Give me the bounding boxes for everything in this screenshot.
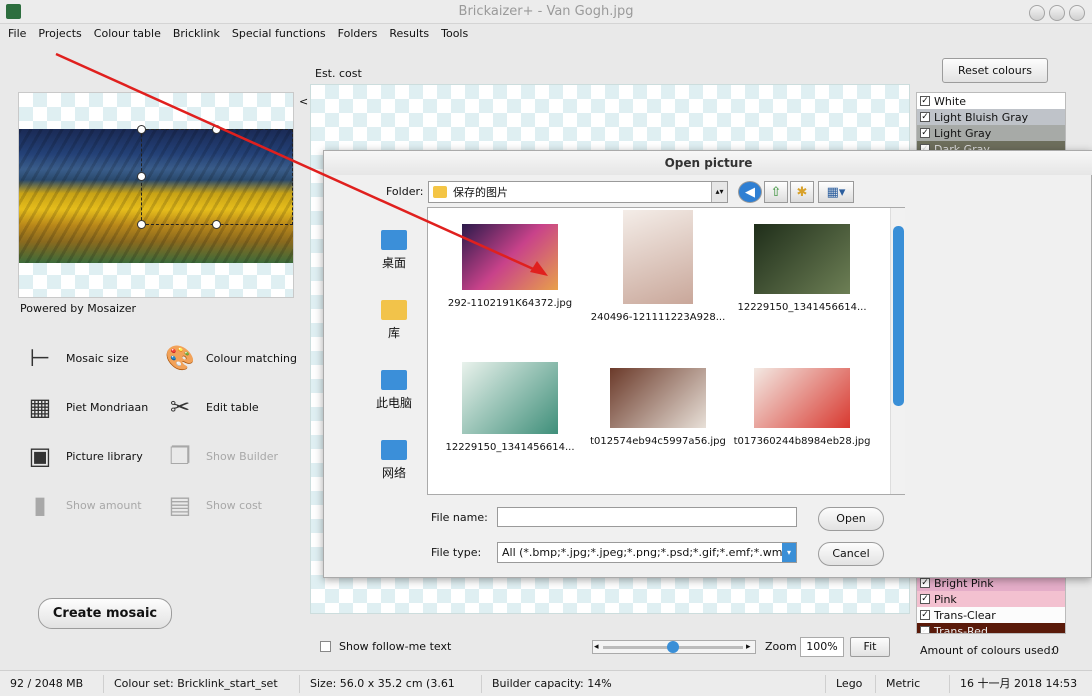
size-status: Size: 56.0 x 35.2 cm (3.61 MB) [300, 674, 482, 696]
builder-capacity-status: Builder capacity: 14% [482, 674, 826, 693]
status-bar: 92 / 2048 MB Colour set: Bricklink_start… [0, 670, 1092, 696]
lego-status: Lego [826, 674, 876, 693]
datetime-status: 16 十一月 2018 14:53 [960, 676, 1078, 690]
metric-select[interactable]: Metric [876, 674, 950, 693]
memory-status: 92 / 2048 MB [0, 674, 104, 693]
colour-set-status: Colour set: Bricklink_start_set [104, 674, 300, 693]
annotation-arrow [55, 52, 548, 276]
